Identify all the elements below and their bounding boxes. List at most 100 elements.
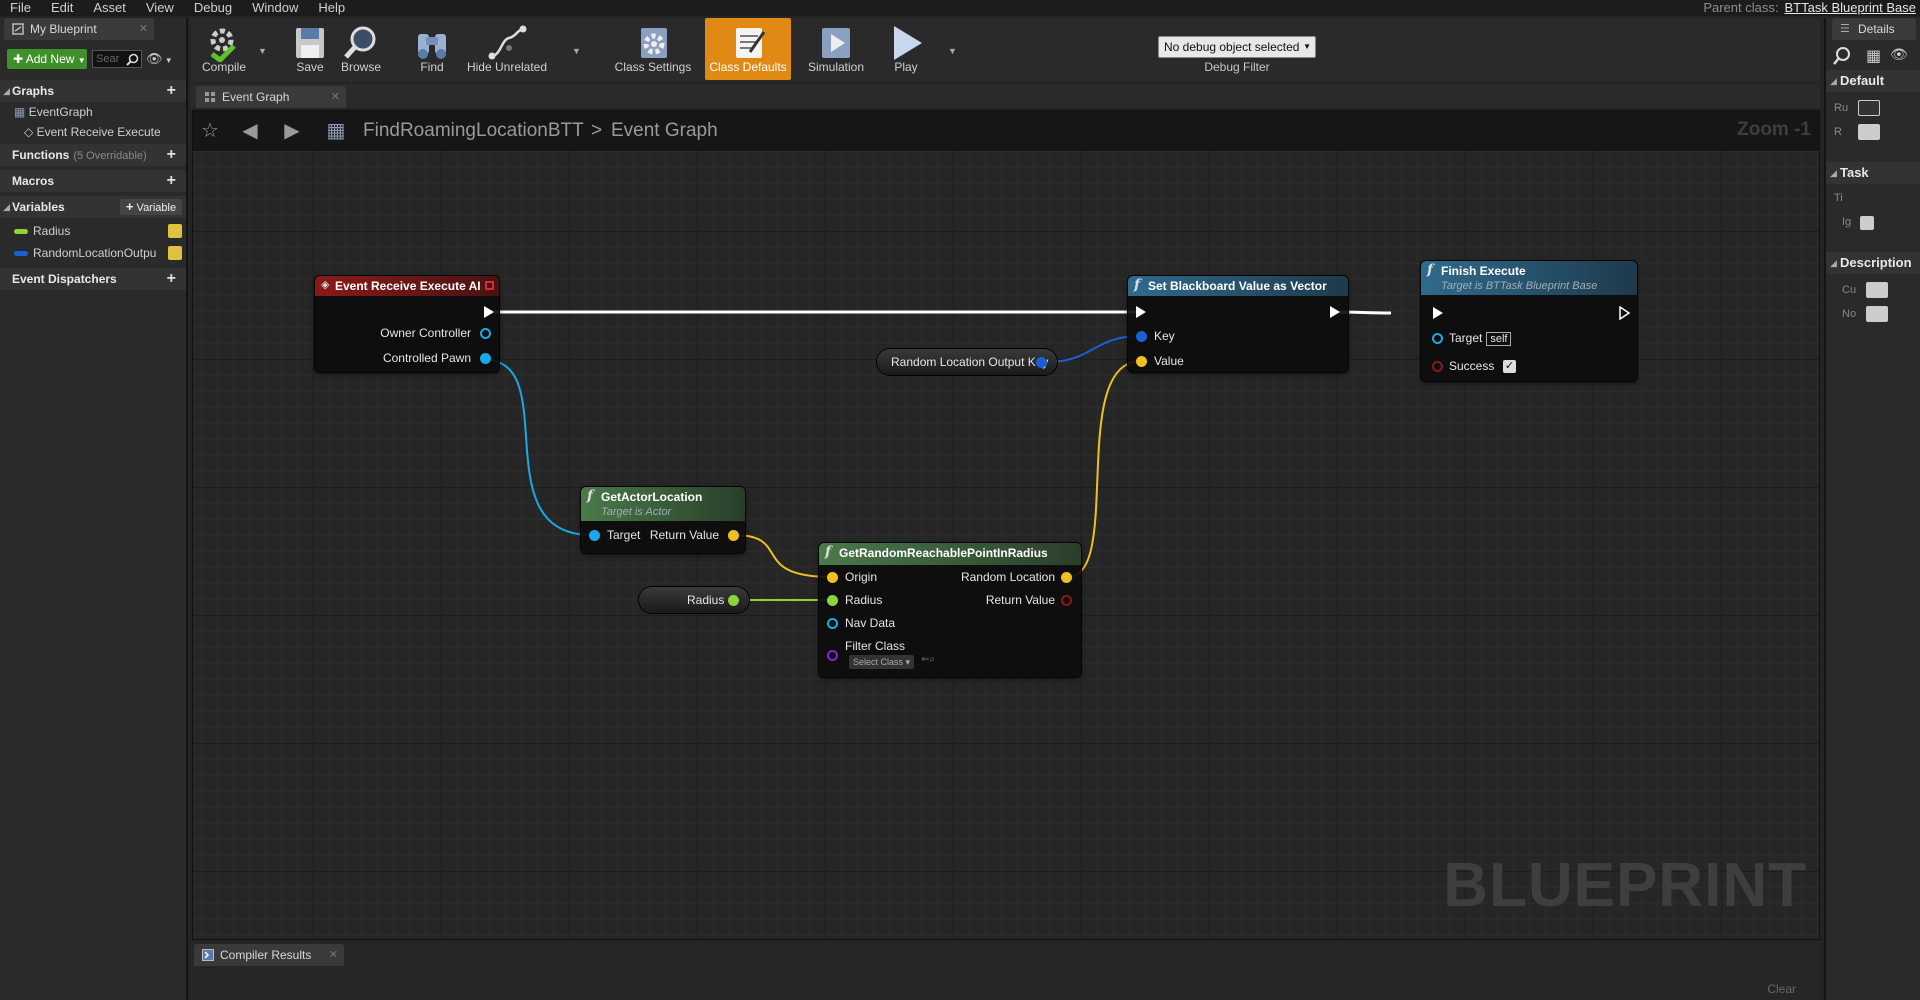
graph-canvas[interactable]: ☆ ◀ ▶ ▦ FindRoamingLocationBTT > Event G… — [192, 110, 1820, 940]
hide-unrelated-label: Hide Unrelated — [466, 60, 548, 74]
variable-item-random-location[interactable]: RandomLocationOutpu — [0, 243, 186, 263]
variable-output-pin[interactable] — [1036, 357, 1047, 368]
detail-widget[interactable] — [1858, 100, 1880, 116]
random-location-pin[interactable] — [1061, 572, 1072, 583]
save-button[interactable]: Save — [290, 18, 330, 80]
event-receive-execute-ai-node[interactable]: ◈ Event Receive Execute AI Owner Control… — [315, 276, 499, 372]
exec-input-pin[interactable] — [1433, 307, 1443, 319]
browse-button[interactable]: Browse — [338, 18, 384, 80]
target-pin[interactable] — [1432, 333, 1443, 344]
owner-controller-pin[interactable] — [480, 328, 491, 339]
clear-button[interactable]: Clear — [1767, 982, 1796, 996]
node-header: ◈ Event Receive Execute AI — [315, 276, 499, 296]
details-default-section[interactable]: ◢ Default — [1826, 70, 1920, 92]
save-label: Save — [296, 60, 324, 74]
value-pin[interactable] — [1136, 356, 1147, 367]
details-tab[interactable]: ☰ Details — [1832, 18, 1916, 40]
menu-help[interactable]: Help — [308, 0, 355, 16]
parent-class-link[interactable]: BTTask Blueprint Base — [1784, 0, 1916, 15]
target-pin[interactable] — [589, 530, 600, 541]
menu-edit[interactable]: Edit — [41, 0, 83, 16]
select-class-dropdown[interactable]: Select Class ▾ — [849, 655, 915, 669]
play-options-dropdown[interactable]: ▼ — [948, 46, 957, 56]
variable-output-pin[interactable] — [728, 595, 739, 606]
hide-unrelated-button[interactable]: Hide Unrelated — [466, 18, 548, 80]
menu-file[interactable]: File — [0, 0, 41, 16]
macros-section[interactable]: Macros + — [0, 170, 186, 192]
nav-data-pin[interactable] — [827, 618, 838, 629]
get-random-reachable-point-node[interactable]: f GetRandomReachablePointInRadius Origin… — [819, 543, 1081, 677]
key-pin[interactable] — [1136, 331, 1147, 342]
detail-color-swatch[interactable] — [1866, 306, 1888, 322]
details-task-section[interactable]: ◢ Task — [1826, 162, 1920, 184]
functions-section[interactable]: Functions (5 Overridable) + — [0, 144, 186, 166]
exec-input-pin[interactable] — [1136, 306, 1146, 318]
radius-variable[interactable]: Radius — [639, 587, 749, 613]
grid-view-icon[interactable]: ▦ — [1866, 46, 1881, 66]
tab-event-graph[interactable]: Event Graph ✕ — [196, 86, 346, 108]
add-event-dispatcher-button[interactable]: + — [167, 268, 176, 290]
my-blueprint-tab[interactable]: My Blueprint ✕ — [4, 18, 154, 40]
eye-icon[interactable]: 👁 — [1890, 46, 1908, 63]
tree-item-event-receive-execute[interactable]: ◇ Event Receive Execute — [0, 122, 186, 142]
add-new-label: Add New — [25, 52, 75, 66]
eye-icon[interactable] — [168, 224, 182, 238]
detail-dropdown[interactable] — [1858, 124, 1880, 140]
add-macro-button[interactable]: + — [167, 170, 176, 192]
view-options-button[interactable]: 👁 ▼ — [146, 51, 176, 67]
add-graph-button[interactable]: + — [167, 80, 176, 102]
set-blackboard-value-node[interactable]: f Set Blackboard Value as Vector Key Val… — [1128, 276, 1348, 372]
origin-pin[interactable] — [827, 572, 838, 583]
finish-execute-node[interactable]: f Finish Execute Target is BTTask Bluepr… — [1421, 261, 1637, 381]
success-pin[interactable] — [1432, 361, 1443, 372]
detail-color-swatch[interactable] — [1866, 282, 1888, 298]
menu-asset[interactable]: Asset — [83, 0, 136, 16]
filter-class-pin[interactable] — [827, 650, 838, 661]
radius-pin[interactable] — [827, 595, 838, 606]
class-defaults-button[interactable]: Class Defaults — [705, 18, 791, 80]
success-checkbox[interactable]: ✓ — [1503, 360, 1516, 373]
simulation-button[interactable]: Simulation — [800, 18, 872, 80]
add-variable-button[interactable]: + Variable — [120, 199, 182, 215]
compiler-results-tab[interactable]: Compiler Results ✕ — [194, 944, 344, 966]
return-value-pin[interactable] — [1061, 595, 1072, 606]
search-input[interactable]: Sear — [92, 50, 142, 68]
exec-output-pin[interactable] — [484, 306, 494, 318]
get-actor-location-node[interactable]: f GetActorLocation Target is Actor Targe… — [581, 487, 745, 553]
graphs-section[interactable]: ◢ Graphs + — [0, 80, 186, 102]
return-value-pin[interactable] — [728, 530, 739, 541]
compile-icon — [210, 28, 236, 62]
function-icon: f — [825, 544, 832, 560]
close-icon[interactable]: ✕ — [331, 86, 340, 108]
variable-item-radius[interactable]: Radius — [0, 221, 186, 241]
menu-window[interactable]: Window — [242, 0, 308, 16]
close-icon[interactable]: ✕ — [329, 944, 338, 966]
delegate-pin-icon[interactable] — [485, 281, 494, 290]
functions-overridable-count: (5 Overridable) — [73, 150, 147, 162]
add-new-button[interactable]: ✚ Add New ▼ — [7, 49, 87, 69]
debug-object-select[interactable]: No debug object selected ▼ — [1158, 36, 1316, 58]
tree-item-eventgraph[interactable]: ▦ EventGraph — [0, 102, 186, 122]
eye-icon[interactable] — [168, 246, 182, 260]
class-settings-button[interactable]: Class Settings — [610, 18, 696, 80]
hide-unrelated-dropdown[interactable]: ▼ — [572, 46, 581, 56]
controlled-pawn-pin[interactable] — [480, 353, 491, 364]
browse-class-icon[interactable]: ⇐⌕ — [921, 654, 935, 665]
variables-section[interactable]: ◢ Variables + Variable — [0, 196, 186, 218]
details-description-section[interactable]: ◢ Description — [1826, 252, 1920, 274]
search-icon[interactable] — [1832, 46, 1852, 66]
compile-button[interactable]: Compile — [198, 18, 250, 80]
detail-checkbox[interactable] — [1860, 216, 1874, 230]
event-dispatchers-section[interactable]: Event Dispatchers + — [0, 268, 186, 290]
menu-view[interactable]: View — [136, 0, 184, 16]
compile-options-dropdown[interactable]: ▼ — [258, 46, 267, 56]
close-icon[interactable]: ✕ — [139, 18, 148, 40]
random-location-output-key-variable[interactable]: Random Location Output Key — [877, 349, 1057, 375]
variable-name: Radius — [33, 224, 71, 238]
exec-output-pin[interactable] — [1619, 306, 1631, 320]
add-function-button[interactable]: + — [167, 144, 176, 166]
exec-output-pin[interactable] — [1330, 306, 1340, 318]
menu-debug[interactable]: Debug — [184, 0, 242, 16]
find-button[interactable]: Find — [412, 18, 452, 80]
play-button[interactable]: Play — [884, 18, 928, 80]
